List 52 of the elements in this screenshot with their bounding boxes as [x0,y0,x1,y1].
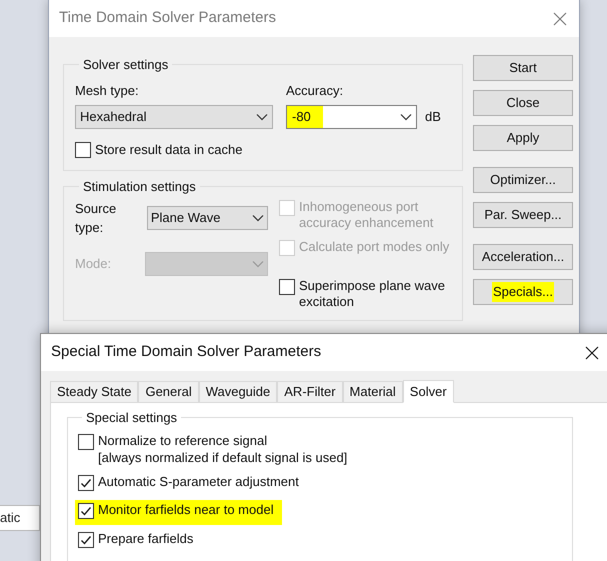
checkbox-label: Superimpose plane wave excitation [299,278,446,310]
tab[interactable]: General [138,381,199,402]
tab[interactable]: Material [342,381,403,402]
checkbox-label: Store result data in cache [95,141,242,159]
field-label: Source type: [75,200,118,237]
field-value: -80 [287,106,323,128]
dialog-button[interactable]: Close [473,90,573,116]
dialog-button[interactable]: Apply [473,125,573,151]
note-text: [always normalized if default signal is used] [98,450,348,466]
chevron-down-icon [252,214,264,222]
checkbox-label: Normalize to reference signal [98,432,268,448]
field-label: Accuracy: [286,82,344,100]
checkbox[interactable] [75,142,91,158]
checkmark-icon [80,505,92,517]
dialog-button[interactable]: Par. Sweep... [473,202,573,228]
window-title: Time Domain Solver Parameters [59,8,276,28]
dialog-button[interactable]: Start [473,55,573,81]
group-title: Solver settings [83,57,168,72]
checkbox[interactable] [279,279,295,295]
dialog-button[interactable]: Specials... [473,279,573,305]
mesh-type-dropdown[interactable]: Hexahedral [75,105,273,129]
group-title: Special settings [86,410,178,425]
checkmark-icon [80,476,92,488]
dialog-button[interactable]: Acceleration... [473,244,573,270]
tab[interactable]: Steady State [50,381,138,402]
unit-label: dB [425,108,441,126]
tab[interactable]: Waveguide [198,381,278,402]
checkbox-label: Monitor farfields near to model [98,502,274,518]
tab[interactable]: Solver [402,380,454,403]
checkbox-label: Inhomogeneous port accuracy enhancement [299,198,434,230]
source-type-dropdown[interactable]: Plane Wave [146,206,268,230]
chevron-down-icon [400,113,412,121]
checkbox[interactable] [78,503,94,519]
text-field[interactable]: atic [0,505,40,531]
checkmark-icon [80,534,92,546]
checkbox[interactable] [78,474,94,490]
accuracy-dropdown[interactable]: -80 [286,105,417,129]
checkbox-label: Automatic S-parameter adjustment [98,474,299,490]
tab[interactable]: AR-Filter [277,381,343,402]
field-label: Mesh type: [75,82,140,100]
dialog-button[interactable]: Optimizer... [473,167,573,193]
close-icon[interactable] [585,346,599,360]
checkbox[interactable] [78,434,94,450]
checkbox-label: Prepare farfields [98,530,194,546]
checkbox-label: Calculate port modes only [299,238,450,254]
chevron-down-icon [256,113,268,121]
chevron-down-icon [252,260,264,268]
group-title: Stimulation settings [83,179,196,194]
field-label: Mode: [75,254,112,273]
window-title: Special Time Domain Solver Parameters [51,342,322,362]
field-text: atic [0,509,20,528]
checkbox[interactable] [78,532,94,548]
